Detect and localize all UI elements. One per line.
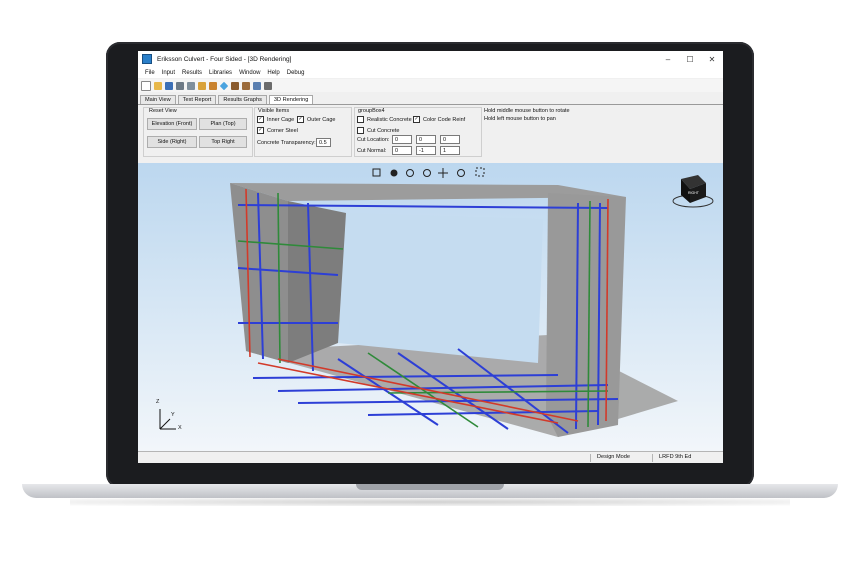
settings-icon[interactable] bbox=[209, 81, 217, 90]
grid-icon[interactable] bbox=[264, 81, 272, 90]
top-right-button[interactable]: Top Right bbox=[199, 136, 247, 148]
cut-normal-y-input[interactable]: -1 bbox=[416, 146, 436, 155]
menu-window[interactable]: Window bbox=[239, 70, 260, 76]
view-toolbar bbox=[372, 167, 485, 178]
tab-strip: Main View Text Report Results Graphs 3D … bbox=[138, 93, 723, 105]
view-cube-label[interactable]: RIGHT bbox=[688, 191, 699, 195]
realistic-concrete-label: Realistic Concrete bbox=[367, 116, 412, 123]
open-folder-icon[interactable] bbox=[154, 81, 162, 90]
checkbox-checked-icon: ✓ bbox=[297, 116, 304, 123]
app-window: Eriksson Culvert - Four Sided - [3D Rend… bbox=[138, 51, 723, 463]
report-icon[interactable] bbox=[253, 81, 261, 90]
status-mode: Design Mode bbox=[590, 454, 657, 462]
reset-view-group bbox=[143, 107, 253, 157]
color-code-checkbox[interactable]: ✓ Color Code Reinf bbox=[413, 116, 465, 123]
cut-location-z-input[interactable]: 0 bbox=[440, 135, 460, 144]
axis-x-label: X bbox=[178, 425, 182, 431]
outer-cage-checkbox[interactable]: ✓ Outer Cage bbox=[297, 116, 335, 123]
inner-cage-checkbox[interactable]: ✓ Inner Cage bbox=[257, 116, 294, 123]
checkbox-checked-icon: ✓ bbox=[257, 116, 264, 123]
laptop-notch bbox=[356, 484, 504, 490]
cut-concrete-label: Cut Concrete bbox=[367, 127, 400, 134]
menu-file[interactable]: File bbox=[145, 70, 155, 76]
checkbox-unchecked-icon bbox=[357, 116, 364, 123]
cut-normal-x-input[interactable]: 0 bbox=[392, 146, 412, 155]
axis-y-label: Y bbox=[171, 412, 175, 418]
culvert-render bbox=[159, 167, 714, 437]
print-preview-icon[interactable] bbox=[187, 81, 195, 90]
maximize-button[interactable]: ☐ bbox=[679, 55, 701, 64]
tab-main-view[interactable]: Main View bbox=[140, 95, 176, 104]
realistic-concrete-checkbox[interactable]: Realistic Concrete bbox=[357, 116, 412, 123]
control-panel: Reset View Elevation (Front) Plan (Top) … bbox=[138, 105, 723, 161]
side-right-button[interactable]: Side (Right) bbox=[147, 136, 197, 148]
tab-3d-rendering[interactable]: 3D Rendering bbox=[268, 95, 314, 104]
cut-concrete-checkbox[interactable]: Cut Concrete bbox=[357, 127, 399, 134]
menu-help[interactable]: Help bbox=[267, 70, 279, 76]
close-button[interactable]: ✕ bbox=[701, 55, 723, 64]
color-code-label: Color Code Reinf bbox=[423, 116, 466, 123]
tools-icon[interactable] bbox=[242, 81, 250, 90]
corner-steel-checkbox[interactable]: ✓ Corner Steel bbox=[257, 127, 298, 134]
menu-debug[interactable]: Debug bbox=[287, 70, 305, 76]
tab-results-graphs[interactable]: Results Graphs bbox=[218, 95, 267, 104]
cut-normal-label: Cut Normal: bbox=[357, 148, 387, 154]
menu-results[interactable]: Results bbox=[182, 70, 202, 76]
library-icon[interactable] bbox=[231, 81, 239, 90]
transparency-label: Concrete Transparency: bbox=[257, 140, 316, 146]
diamond-icon[interactable] bbox=[219, 81, 229, 90]
save-icon[interactable] bbox=[165, 81, 173, 90]
laptop-shadow bbox=[70, 498, 790, 506]
print-icon[interactable] bbox=[176, 81, 184, 90]
checkbox-checked-icon: ✓ bbox=[413, 116, 420, 123]
rotate-hint: Hold middle mouse button to rotate bbox=[484, 108, 570, 114]
cut-normal-z-input[interactable]: 1 bbox=[440, 146, 460, 155]
cut-location-label: Cut Location: bbox=[357, 137, 390, 143]
inner-cage-label: Inner Cage bbox=[267, 116, 295, 123]
minimize-button[interactable]: – bbox=[657, 55, 679, 64]
app-icon bbox=[142, 54, 152, 64]
menu-libraries[interactable]: Libraries bbox=[209, 70, 232, 76]
visible-items-title: Visible Items bbox=[258, 108, 290, 114]
tab-text-report[interactable]: Text Report bbox=[177, 95, 217, 104]
export-icon[interactable] bbox=[198, 81, 206, 90]
cut-location-y-input[interactable]: 0 bbox=[416, 135, 436, 144]
axis-z-label: Z bbox=[156, 399, 160, 405]
reset-view-title: Reset View bbox=[149, 108, 177, 114]
outer-cage-label: Outer Cage bbox=[307, 116, 336, 123]
checkbox-unchecked-icon bbox=[357, 127, 364, 134]
elevation-front-button[interactable]: Elevation (Front) bbox=[147, 118, 197, 130]
pan-hint: Hold left mouse button to pan bbox=[484, 116, 556, 122]
3d-viewport[interactable]: RIGHT Z Y X bbox=[138, 163, 723, 451]
toolbar bbox=[138, 79, 723, 92]
title-bar: Eriksson Culvert - Four Sided - [3D Rend… bbox=[138, 51, 723, 67]
transparency-input[interactable]: 0.5 bbox=[316, 138, 331, 147]
plan-top-button[interactable]: Plan (Top) bbox=[199, 118, 247, 130]
cut-location-x-input[interactable]: 0 bbox=[392, 135, 412, 144]
checkbox-checked-icon: ✓ bbox=[257, 127, 264, 134]
new-file-icon[interactable] bbox=[141, 80, 151, 91]
status-bar: Design Mode LRFD 9th Ed bbox=[138, 451, 723, 463]
menu-input[interactable]: Input bbox=[162, 70, 175, 76]
corner-steel-label: Corner Steel bbox=[267, 127, 298, 134]
status-code: LRFD 9th Ed bbox=[652, 454, 723, 462]
menu-bar: File Input Results Libraries Window Help… bbox=[138, 67, 723, 78]
window-title: Eriksson Culvert - Four Sided - [3D Rend… bbox=[157, 55, 292, 63]
groupbox4-title: groupBox4 bbox=[358, 108, 385, 114]
